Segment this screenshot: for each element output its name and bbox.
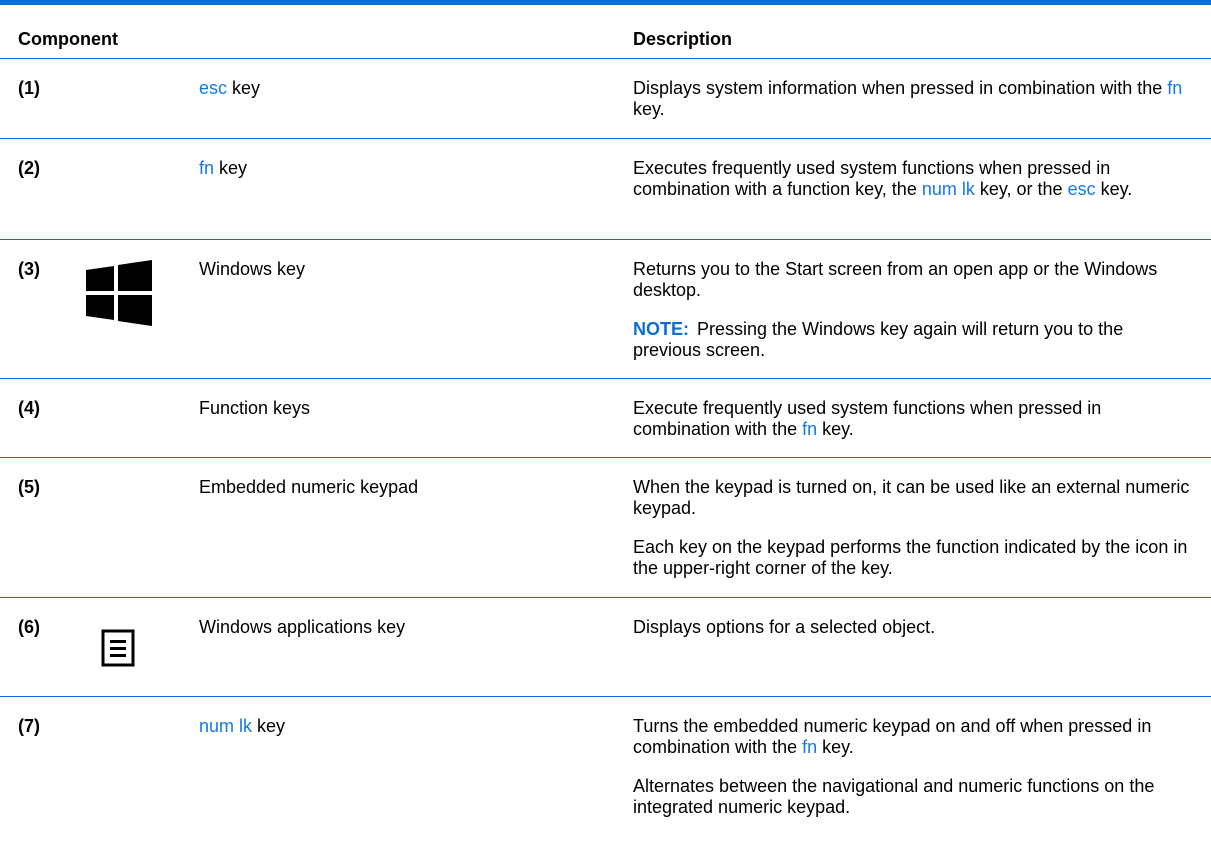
key-name: fn: [199, 158, 215, 178]
key-name: num lk: [199, 716, 253, 736]
row-number: (3): [18, 259, 40, 279]
description-paragraph: When the keypad is turned on, it can be …: [633, 477, 1190, 518]
description-paragraph: Returns you to the Start screen from an …: [633, 259, 1158, 300]
description-paragraph: Alternates between the navigational and …: [633, 776, 1155, 817]
component-name: Function keys: [199, 398, 311, 418]
table-header: Component Description: [0, 5, 1211, 59]
description: Displays options for a selected object.: [633, 617, 1193, 638]
description: Executes frequently used system function…: [633, 158, 1193, 200]
description-paragraph: Displays system information when pressed…: [633, 78, 1183, 119]
applications-key-icon: [101, 629, 135, 667]
description: Execute frequently used system functions…: [633, 398, 1193, 440]
table-row: (1) esc key Displays system information …: [0, 59, 1211, 139]
table-row: (2) fn key Executes frequently used syst…: [0, 139, 1211, 240]
description-paragraph: Displays options for a selected object.: [633, 617, 936, 637]
row-number: (6): [18, 617, 40, 637]
note-label: NOTE:: [633, 319, 689, 339]
component-name: num lk key: [199, 716, 286, 736]
note-paragraph: NOTE: Pressing the Windows key again will…: [633, 319, 1124, 360]
header-component: Component: [18, 29, 118, 49]
key-name: esc: [199, 78, 228, 98]
description: Returns you to the Start screen from an …: [633, 259, 1193, 361]
header-description: Description: [633, 29, 733, 49]
table-row: (6) Windows applications key Displays op…: [0, 598, 1211, 697]
table-row: (7) num lk key Turns the embedded numeri…: [0, 697, 1211, 865]
row-number: (2): [18, 158, 40, 178]
table-row: (5) Embedded numeric keypad When the key…: [0, 458, 1211, 598]
description-paragraph: Each key on the keypad performs the func…: [633, 537, 1188, 578]
row-number: (5): [18, 477, 40, 497]
description: Displays system information when pressed…: [633, 78, 1193, 120]
table-row: (4) Function keys Execute frequently use…: [0, 379, 1211, 458]
description: When the keypad is turned on, it can be …: [633, 477, 1193, 579]
component-name: esc key: [199, 78, 261, 98]
description-paragraph: Executes frequently used system function…: [633, 158, 1133, 199]
table-row: (3) Windows key Returns you to the Start…: [0, 240, 1211, 379]
row-number: (7): [18, 716, 40, 736]
component-name: Windows key: [199, 259, 306, 279]
description: Turns the embedded numeric keypad on and…: [633, 716, 1193, 818]
description-paragraph: Turns the embedded numeric keypad on and…: [633, 716, 1152, 757]
description-paragraph: Execute frequently used system functions…: [633, 398, 1102, 439]
component-name: Windows applications key: [199, 617, 406, 637]
component-name: Embedded numeric keypad: [199, 477, 419, 497]
component-name: fn key: [199, 158, 248, 178]
windows-logo-icon: [86, 260, 152, 326]
row-number: (1): [18, 78, 40, 98]
row-number: (4): [18, 398, 40, 418]
